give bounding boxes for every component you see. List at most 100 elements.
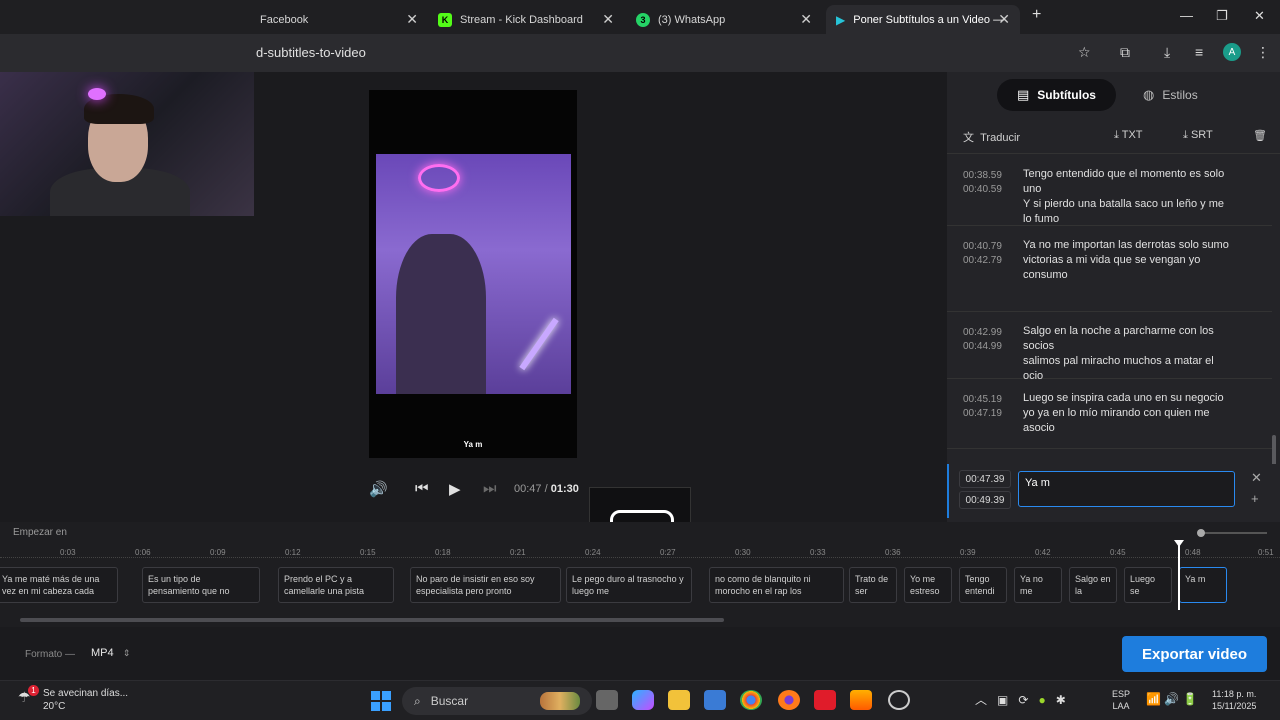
time-ruler[interactable]: 0:03 0:06 0:09 0:12 0:15 0:18 0:21 0:24 … — [0, 544, 1280, 558]
tab-kick[interactable]: K Stream - Kick Dashboard ✕ — [428, 5, 624, 34]
windows-start-icon[interactable] — [371, 691, 391, 711]
weather-widget[interactable]: ☂ 1 Se avecinan días... 20°C — [18, 685, 128, 713]
tab-subtitles-app[interactable]: ▶ Poner Subtítulos a un Video — ✕ — [826, 5, 1020, 34]
add-icon[interactable]: + — [1251, 491, 1259, 506]
wps-icon[interactable] — [814, 690, 836, 710]
timeline-clip[interactable]: Ya no me — [1014, 567, 1062, 603]
download-srt-button[interactable]: ⤓ SRT — [1183, 129, 1213, 142]
subtitle-entry[interactable]: 00:40.79 00:42.79 Ya no me importan las … — [947, 226, 1272, 312]
tick-label: 0:15 — [360, 548, 376, 557]
url-field[interactable]: d-subtitles-to-video — [256, 45, 366, 60]
app-icon: ▶ — [836, 12, 846, 27]
tick-label: 0:51 — [1258, 548, 1274, 557]
close-tab-icon[interactable]: ✕ — [998, 11, 1010, 28]
timeline-clip[interactable]: Ya me maté más de una vez en mi cabeza c… — [0, 567, 118, 603]
tab-label: (3) WhatsApp — [658, 13, 726, 26]
fl-studio-icon[interactable] — [850, 690, 872, 710]
close-icon[interactable]: ✕ — [1251, 470, 1262, 486]
clock-app-icon[interactable] — [888, 690, 910, 710]
chevron-up-icon[interactable]: ︿ — [975, 693, 987, 707]
tab-subtitles[interactable]: ▤ Subtítulos — [997, 79, 1116, 111]
timeline-clip[interactable]: Salgo en la — [1069, 567, 1117, 603]
translate-button[interactable]: 文 Traducir — [963, 129, 1020, 145]
close-tab-icon[interactable]: ✕ — [800, 11, 812, 28]
playhead[interactable] — [1174, 540, 1184, 610]
tick-label: 0:21 — [510, 548, 526, 557]
subtitle-entry[interactable]: 00:42.99 00:44.99 Salgo en la noche a pa… — [947, 312, 1272, 382]
timeline-scrollbar[interactable] — [20, 618, 724, 622]
timeline-clip[interactable]: Le pego duro al trasnocho y luego me — [566, 567, 692, 603]
tab-facebook[interactable]: Facebook ✕ — [250, 5, 428, 34]
download-txt-button[interactable]: ⤓ TXT — [1114, 129, 1143, 142]
timeline-clip[interactable]: Tengo entendi — [959, 567, 1007, 603]
media-control-icon[interactable]: ≡ — [1195, 44, 1203, 60]
subtitle-text[interactable]: Luego se inspira cada uno en su negocio … — [1023, 391, 1233, 436]
active-subtitle-entry[interactable]: 00:47.39 00:49.39 Ya m ✕ + — [947, 464, 1280, 518]
subtitle-text-input[interactable]: Ya m — [1018, 471, 1235, 507]
new-tab-icon[interactable]: + — [1032, 6, 1041, 24]
tick-label: 0:27 — [660, 548, 676, 557]
timeline: Empezar en 0:03 0:06 0:09 0:12 0:15 0:18… — [0, 522, 1280, 627]
network-volume-battery-icons[interactable]: 📶 🔊 🔋 — [1146, 692, 1198, 706]
timeline-clip[interactable]: Prendo el PC y a camellarle una pista — [278, 567, 394, 603]
editor-page: Ya m 🔊 ⏮ ▶ ⏭ 00:47 / 01:30 abc ▤ Subtítu… — [0, 72, 1280, 680]
taskbar-search[interactable]: ⌕ Buscar — [402, 687, 592, 715]
zoom-slider[interactable] — [1197, 529, 1267, 537]
copilot-icon[interactable] — [632, 690, 654, 710]
system-tray[interactable]: ︿ ▣ ⟳ ● ✱ — [975, 691, 1066, 708]
clock[interactable]: 11:18 p. m. 15/11/2025 — [1212, 688, 1256, 712]
whatsapp-icon: 3 — [636, 12, 650, 27]
format-select[interactable]: MP4 ⇕ — [91, 647, 130, 659]
export-video-button[interactable]: Exportar video — [1122, 636, 1267, 672]
play-icon[interactable]: ▶ — [449, 480, 461, 498]
menu-icon[interactable]: ⋮ — [1256, 44, 1270, 61]
timeline-clip[interactable]: Es un tipo de pensamiento que no — [142, 567, 260, 603]
tick-label: 0:48 — [1185, 548, 1201, 557]
subtitle-entry[interactable]: 00:38.59 00:40.59 Tengo entendido que el… — [947, 155, 1272, 226]
skip-forward-icon[interactable]: ⏭ — [483, 480, 497, 497]
firefox-icon[interactable] — [778, 690, 800, 710]
tray-app-icon[interactable]: ▣ — [997, 693, 1008, 707]
tick-label: 0:06 — [135, 548, 151, 557]
tab-label: Facebook — [260, 13, 309, 26]
translate-icon: 文 — [963, 132, 974, 144]
video-preview[interactable]: Ya m — [369, 90, 577, 458]
skip-back-icon[interactable]: ⏮ — [415, 480, 429, 497]
download-icon[interactable]: ⤓ — [1164, 44, 1170, 61]
timeline-clip[interactable]: Trato de ser — [849, 567, 897, 603]
extensions-icon[interactable]: ⧉ — [1120, 44, 1130, 61]
start-time-input[interactable]: 00:47.39 — [959, 470, 1011, 488]
subtitle-text[interactable]: Tengo entendido que el momento es solo u… — [1023, 167, 1233, 227]
timeline-clip[interactable]: no como de blanquito ni morocho en el ra… — [709, 567, 844, 603]
bluetooth-icon[interactable]: ✱ — [1056, 693, 1066, 707]
timeline-clip-selected[interactable]: Ya m — [1179, 567, 1227, 603]
timeline-clip[interactable]: No paro de insistir en eso soy especiali… — [410, 567, 561, 603]
sync-icon[interactable]: ⟳ — [1018, 693, 1028, 707]
trash-icon[interactable]: 🗑 — [1253, 129, 1267, 142]
close-window-icon[interactable]: ✕ — [1254, 8, 1265, 24]
tick-label: 0:12 — [285, 548, 301, 557]
timeline-clip[interactable]: Yo me estreso — [904, 567, 952, 603]
tab-whatsapp[interactable]: 3 (3) WhatsApp ✕ — [626, 5, 822, 34]
panel-scrollbar[interactable] — [1272, 435, 1276, 465]
nvidia-icon[interactable]: ● — [1038, 693, 1045, 707]
close-tab-icon[interactable]: ✕ — [602, 11, 614, 28]
minimize-icon[interactable]: — — [1180, 8, 1193, 23]
file-explorer-icon[interactable] — [668, 690, 690, 710]
subtitle-text[interactable]: Salgo en la noche a parcharme con los so… — [1023, 324, 1233, 384]
chrome-icon[interactable] — [740, 690, 762, 710]
tab-styles[interactable]: ◍ Estilos — [1123, 79, 1218, 111]
bookmark-star-icon[interactable]: ☆ — [1078, 44, 1091, 61]
end-time-input[interactable]: 00:49.39 — [959, 491, 1011, 509]
tick-label: 0:42 — [1035, 548, 1051, 557]
close-tab-icon[interactable]: ✕ — [406, 11, 418, 28]
maximize-icon[interactable]: ❐ — [1216, 8, 1228, 24]
timeline-clip[interactable]: Luego se — [1124, 567, 1172, 603]
task-view-icon[interactable] — [596, 690, 618, 710]
subtitle-entry[interactable]: 00:45.19 00:47.19 Luego se inspira cada … — [947, 379, 1272, 449]
store-icon[interactable] — [704, 690, 726, 710]
volume-icon[interactable]: 🔊 — [369, 480, 388, 498]
subtitle-text[interactable]: Ya no me importan las derrotas solo sumo… — [1023, 238, 1233, 283]
language-indicator[interactable]: ESP LAA — [1112, 688, 1130, 712]
profile-avatar[interactable]: A — [1223, 43, 1241, 61]
